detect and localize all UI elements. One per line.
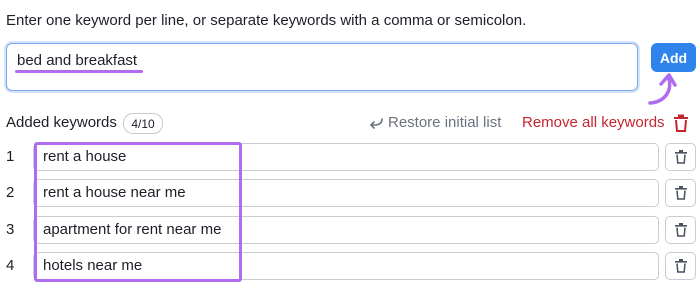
trash-icon[interactable]: [673, 114, 689, 132]
delete-row-button[interactable]: [665, 179, 696, 207]
restore-initial-list-link[interactable]: Restore initial list: [368, 114, 501, 131]
keyword-text[interactable]: hotels near me: [43, 257, 142, 274]
keyword-text[interactable]: rent a house: [43, 148, 126, 165]
trash-icon: [674, 259, 687, 273]
undo-arrow-icon: [370, 117, 383, 129]
keyword-row-field[interactable]: rent a house near me: [33, 179, 659, 207]
keyword-input[interactable]: bed and breakfast: [6, 43, 638, 91]
curved-arrow-icon: [648, 73, 677, 105]
keyword-row-field[interactable]: hotels near me: [33, 252, 659, 280]
add-button[interactable]: Add: [651, 43, 696, 72]
trash-icon: [674, 150, 687, 164]
restore-label: Restore initial list: [388, 114, 502, 131]
row-number: 2: [6, 184, 15, 201]
highlight-underline: [15, 70, 143, 73]
instructions-text: Enter one keyword per line, or separate …: [6, 12, 527, 29]
row-number: 3: [6, 221, 15, 238]
delete-row-button[interactable]: [665, 216, 696, 244]
trash-icon: [674, 223, 687, 237]
delete-row-button[interactable]: [665, 143, 696, 171]
keyword-row-field[interactable]: apartment for rent near me: [33, 216, 659, 244]
keyword-row-field[interactable]: rent a house: [33, 143, 659, 171]
delete-row-button[interactable]: [665, 252, 696, 280]
keyword-input-value[interactable]: bed and breakfast: [17, 52, 137, 69]
keyword-text[interactable]: apartment for rent near me: [43, 221, 221, 238]
keyword-count-badge: 4/10: [123, 113, 163, 134]
keyword-text[interactable]: rent a house near me: [43, 184, 186, 201]
row-number: 1: [6, 148, 15, 165]
row-number: 4: [6, 257, 15, 274]
added-keywords-label: Added keywords: [6, 114, 117, 131]
remove-all-keywords-link[interactable]: Remove all keywords: [522, 114, 665, 131]
trash-icon: [674, 186, 687, 200]
